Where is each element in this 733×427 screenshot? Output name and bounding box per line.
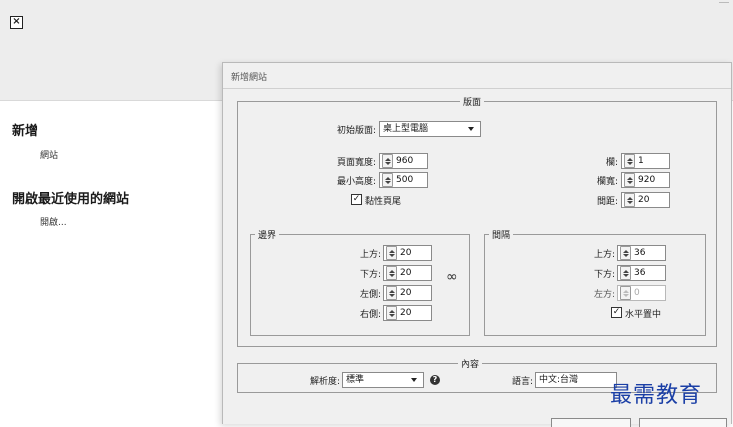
close-icon[interactable]: × <box>10 16 23 29</box>
center-horizontally-checkbox[interactable]: ✓ <box>611 307 622 318</box>
chevron-down-icon <box>411 378 417 382</box>
min-height-stepper[interactable]: 500 <box>379 172 428 188</box>
column-width-value: 920 <box>638 175 656 185</box>
stepper-arrows-icon[interactable] <box>386 286 397 300</box>
column-width-label: 欄寬: <box>596 177 618 187</box>
initial-layout-select[interactable]: 桌上型電腦 <box>379 121 481 137</box>
margin-bottom-value: 20 <box>400 268 412 278</box>
columns-label: 欄: <box>605 158 618 168</box>
scroll-grip <box>719 2 729 3</box>
stepper-arrows-icon[interactable] <box>386 246 397 260</box>
content-legend: 內容 <box>461 360 480 370</box>
margin-top-stepper[interactable]: 20 <box>383 245 432 261</box>
margins-legend: 邊界 <box>258 231 277 241</box>
padding-left-value: 0 <box>634 288 640 298</box>
margin-left-stepper[interactable]: 20 <box>383 285 432 301</box>
link-icon[interactable]: ∞ <box>446 269 458 285</box>
margin-bottom-stepper[interactable]: 20 <box>383 265 432 281</box>
resolution-select[interactable]: 標準 <box>342 372 424 388</box>
stepper-arrows-icon[interactable] <box>620 266 631 280</box>
page-width-stepper[interactable]: 960 <box>379 153 428 169</box>
stepper-arrows-icon[interactable] <box>386 266 397 280</box>
padding-group: 間隔 上方: 36 下方: 36 左方: 0 ✓ 水平置中 <box>484 228 706 336</box>
sidebar: 新增 網站 開啟最近使用的網站 開啟... <box>0 101 222 423</box>
watermark: 最需教育 <box>610 383 703 408</box>
padding-top-label: 上方: <box>593 250 615 260</box>
new-site-link[interactable]: 網站 <box>40 148 58 161</box>
padding-legend: 間隔 <box>492 231 511 241</box>
page-width-value: 960 <box>396 156 414 166</box>
stepper-arrows-icon[interactable] <box>624 173 635 187</box>
stepper-arrows-icon[interactable] <box>386 306 397 320</box>
columns-stepper[interactable]: 1 <box>621 153 670 169</box>
language-label: 語言: <box>511 377 533 387</box>
margin-left-value: 20 <box>400 288 412 298</box>
stepper-arrows-icon[interactable] <box>382 173 393 187</box>
min-height-value: 500 <box>396 175 414 185</box>
gutter-stepper[interactable]: 20 <box>621 192 670 208</box>
gutter-value: 20 <box>638 195 650 205</box>
min-height-label: 最小高度: <box>336 177 376 187</box>
sticky-footer-checkbox[interactable]: ✓ <box>351 194 362 205</box>
stepper-arrows-icon <box>620 286 631 300</box>
language-select[interactable]: 中文:台灣 <box>535 372 617 388</box>
margins-group: 邊界 上方: 20 下方: 20 ∞ 左側: 20 右側: 20 <box>250 228 470 336</box>
margin-bottom-label: 下方: <box>359 270 381 280</box>
sticky-footer-label: 黏性頁尾 <box>365 197 402 207</box>
margin-right-label: 右側: <box>359 310 381 320</box>
padding-left-stepper: 0 <box>617 285 666 301</box>
language-value: 中文:台灣 <box>539 375 579 385</box>
layout-legend: 版面 <box>463 98 482 108</box>
resolution-label: 解析度: <box>309 377 340 387</box>
padding-bottom-stepper[interactable]: 36 <box>617 265 666 281</box>
dialog-title: 新增網站 <box>231 73 268 83</box>
margin-right-stepper[interactable]: 20 <box>383 305 432 321</box>
chevron-down-icon <box>468 127 474 131</box>
stepper-arrows-icon[interactable] <box>624 154 635 168</box>
help-icon[interactable]: ? <box>430 375 440 385</box>
new-heading: 新增 <box>12 124 39 139</box>
margin-right-value: 20 <box>400 308 412 318</box>
padding-bottom-value: 36 <box>634 268 646 278</box>
padding-top-stepper[interactable]: 36 <box>617 245 666 261</box>
resolution-value: 標準 <box>346 375 365 385</box>
new-site-dialog: 新增網站 版面 初始版面: 桌上型電腦 頁面寬度: 960 最小高度: 500 … <box>222 62 732 427</box>
recent-sites-heading: 開啟最近使用的網站 <box>12 192 130 207</box>
title-divider <box>223 88 731 89</box>
initial-layout-label: 初始版面: <box>336 126 376 136</box>
gutter-label: 間距: <box>596 197 618 207</box>
open-site-link[interactable]: 開啟... <box>40 215 67 228</box>
center-horizontally-label: 水平置中 <box>625 310 662 320</box>
margin-top-value: 20 <box>400 248 412 258</box>
column-width-stepper[interactable]: 920 <box>621 172 670 188</box>
stepper-arrows-icon[interactable] <box>620 246 631 260</box>
padding-top-value: 36 <box>634 248 646 258</box>
columns-value: 1 <box>638 156 644 166</box>
initial-layout-value: 桌上型電腦 <box>383 124 429 134</box>
margin-left-label: 左側: <box>359 290 381 300</box>
stepper-arrows-icon[interactable] <box>382 154 393 168</box>
padding-left-label: 左方: <box>593 290 615 300</box>
page-width-label: 頁面寬度: <box>336 158 376 168</box>
padding-bottom-label: 下方: <box>593 270 615 280</box>
margin-top-label: 上方: <box>359 250 381 260</box>
layout-group: 版面 初始版面: 桌上型電腦 頁面寬度: 960 最小高度: 500 ✓ 黏性頁… <box>237 95 717 347</box>
stepper-arrows-icon[interactable] <box>624 193 635 207</box>
